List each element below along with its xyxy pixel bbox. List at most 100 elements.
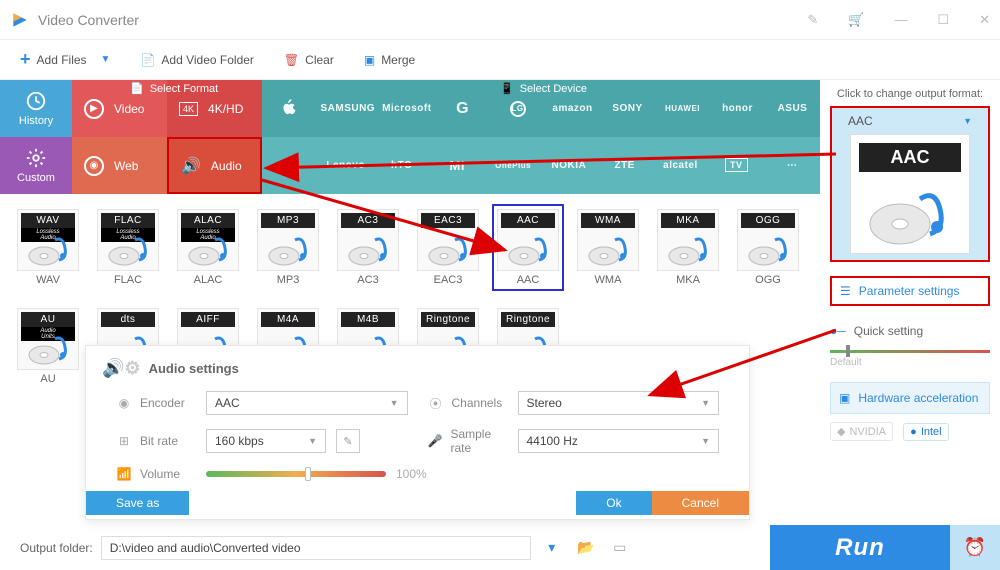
brand-xiaomi[interactable]: MI: [433, 158, 481, 173]
volume-knob[interactable]: [305, 467, 311, 481]
brand-honor[interactable]: honor: [713, 103, 761, 114]
folder-plus-icon: 📄: [140, 53, 155, 67]
gear-icon: [25, 147, 47, 169]
minimize-button[interactable]: —: [894, 12, 907, 28]
help-icon[interactable]: ✎: [807, 12, 818, 28]
brand-samsung[interactable]: SAMSUNG: [320, 103, 375, 114]
format-item-ac3[interactable]: AC3 AC3: [332, 204, 404, 291]
run-button[interactable]: Run: [770, 525, 950, 570]
channels-select[interactable]: Stereo▼: [518, 391, 720, 415]
audio-settings-title: Audio settings: [149, 361, 239, 376]
brand-lenovo[interactable]: Lenovo: [322, 160, 370, 171]
cancel-button[interactable]: Cancel: [652, 491, 749, 515]
plus-icon: +: [20, 49, 31, 70]
custom-tab[interactable]: Custom: [0, 137, 72, 194]
brand-lg[interactable]: LG: [494, 101, 542, 117]
toggle-icon: ●─: [830, 324, 846, 338]
clear-label: Clear: [305, 53, 334, 67]
merge-label: Merge: [381, 53, 415, 67]
ok-button[interactable]: Ok: [576, 491, 651, 515]
format-web[interactable]: ◉ Web: [72, 137, 167, 194]
chip-icon: ▣: [839, 391, 850, 405]
format-item-ogg[interactable]: OGG OGG: [732, 204, 804, 291]
samplerate-label: Sample rate: [450, 427, 507, 455]
samplerate-select[interactable]: 44100 Hz▼: [518, 429, 720, 453]
brand-amazon[interactable]: amazon: [549, 103, 597, 114]
brand-more[interactable]: ⋯: [768, 160, 816, 171]
default-label: Default: [830, 357, 990, 368]
format-item-flac[interactable]: FLACLosslessAudio FLAC: [92, 204, 164, 291]
device-brand-row-2[interactable]: M Lenovo hTC MI OnePlus NOKIA ZTE alcate…: [262, 137, 820, 194]
clear-button[interactable]: 🗑 Clear: [284, 53, 334, 67]
brand-microsoft[interactable]: Microsoft: [382, 103, 432, 114]
brand-motorola[interactable]: M: [266, 157, 314, 175]
output-folder-input[interactable]: [101, 536, 531, 560]
brand-tv[interactable]: TV: [712, 160, 760, 171]
app-logo-icon: [10, 10, 30, 30]
cart-icon[interactable]: 🛒: [848, 12, 864, 28]
hardware-accel-label: Hardware acceleration: [858, 391, 978, 405]
output-dropdown-icon[interactable]: ▾: [539, 539, 565, 556]
brand-sony[interactable]: SONY: [604, 103, 652, 114]
audio-gear-icon: 🔊⚙: [102, 358, 141, 379]
history-tab[interactable]: History: [0, 80, 72, 137]
select-device-header: 📱 Select Device: [500, 82, 587, 95]
encoder-label: Encoder: [140, 396, 185, 410]
bitrate-edit-button[interactable]: ✎: [336, 429, 360, 453]
format-item-mp3[interactable]: MP3 MP3: [252, 204, 324, 291]
slider-knob[interactable]: [846, 345, 850, 357]
dropdown-icon[interactable]: ▼: [101, 54, 111, 65]
bitrate-select[interactable]: 160 kbps▼: [206, 429, 326, 453]
add-video-folder-button[interactable]: 📄 Add Video Folder: [140, 53, 253, 67]
alarm-button[interactable]: ⏰: [950, 525, 1000, 570]
dropdown-icon[interactable]: ▼: [963, 116, 972, 126]
sliders-icon: ☰: [840, 284, 851, 298]
maximize-button[interactable]: ☐: [937, 12, 949, 28]
format-audio[interactable]: 🔊 Audio: [167, 137, 262, 194]
brand-huawei[interactable]: HUAWEI: [659, 104, 707, 113]
merge-button[interactable]: ▣ Merge: [364, 53, 415, 67]
close-button[interactable]: ✕: [979, 12, 990, 28]
format-item-aac[interactable]: AAC AAC: [492, 204, 564, 291]
output-format-thumbnail: AAC: [850, 134, 970, 254]
add-files-button[interactable]: + Add Files ▼: [20, 49, 110, 70]
hardware-accel-toggle[interactable]: ▣ Hardware acceleration: [830, 382, 990, 414]
brand-zte[interactable]: ZTE: [601, 160, 649, 171]
bitrate-label: Bit rate: [140, 434, 178, 448]
volume-slider[interactable]: [206, 471, 386, 477]
open-folder-button[interactable]: 📂: [573, 539, 599, 556]
brand-alcatel[interactable]: alcatel: [656, 160, 704, 171]
save-as-button[interactable]: Save as: [86, 491, 189, 515]
encoder-select[interactable]: AAC▼: [206, 391, 408, 415]
format-web-label: Web: [114, 159, 138, 173]
apple-icon: [282, 99, 296, 115]
brand-htc[interactable]: hTC: [377, 160, 425, 171]
format-item-au[interactable]: AUAudioUnits AU: [12, 303, 84, 390]
parameter-settings-button[interactable]: ☰ Parameter settings: [830, 276, 990, 306]
brand-apple[interactable]: [265, 99, 313, 118]
vendor-nvidia[interactable]: ◆ NVIDIA: [830, 422, 893, 441]
format-item-eac3[interactable]: EAC3 EAC3: [412, 204, 484, 291]
format-item-mka[interactable]: MKA MKA: [652, 204, 724, 291]
browse-folder-button[interactable]: ▭: [607, 539, 633, 556]
format-item-wav[interactable]: WAVLosslessAudio WAV: [12, 204, 84, 291]
toolbar: + Add Files ▼ 📄 Add Video Folder 🗑 Clear…: [0, 40, 1000, 80]
format-item-alac[interactable]: ALACLosslessAudio ALAC: [172, 204, 244, 291]
quick-setting-toggle[interactable]: ●─ Quick setting: [830, 324, 990, 338]
encoder-icon: ◉: [116, 396, 132, 410]
quality-slider[interactable]: [830, 350, 990, 353]
history-icon: [25, 90, 47, 112]
format-audio-label: Audio: [211, 159, 242, 173]
format-item-wma[interactable]: WMA WMA: [572, 204, 644, 291]
vendor-intel[interactable]: ● Intel: [903, 423, 948, 441]
parameter-settings-label: Parameter settings: [859, 284, 960, 298]
bottom-bar: Output folder: ▾ 📂 ▭ Run ⏰: [0, 525, 1000, 570]
brand-asus[interactable]: ASUS: [768, 103, 816, 114]
brand-nokia[interactable]: NOKIA: [545, 160, 593, 171]
brand-google[interactable]: G: [439, 100, 487, 118]
output-format-code: AAC: [859, 143, 961, 172]
brand-oneplus[interactable]: OnePlus: [489, 161, 537, 170]
add-files-label: Add Files: [37, 53, 87, 67]
output-format-box[interactable]: AAC ▼ AAC: [830, 106, 990, 262]
disc-icon: [865, 179, 955, 249]
